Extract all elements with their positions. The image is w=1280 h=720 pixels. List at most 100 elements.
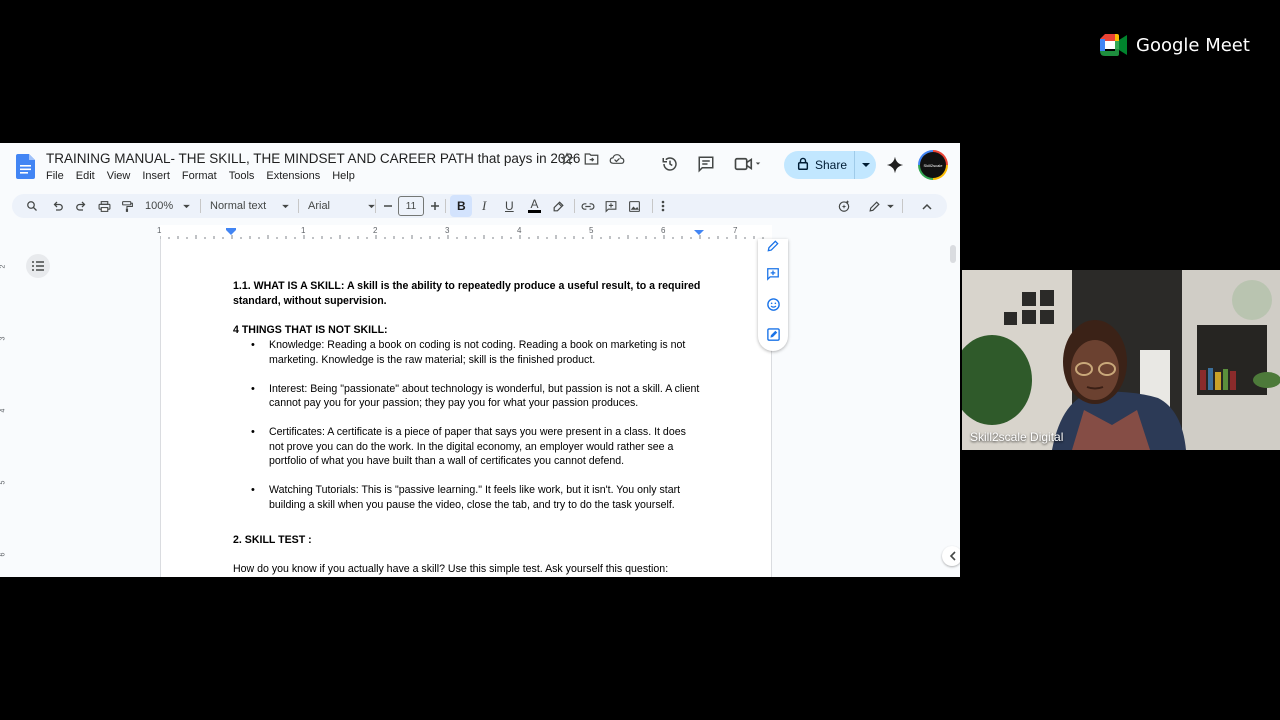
add-comment-icon[interactable]	[604, 194, 618, 218]
outline-icon	[32, 261, 44, 271]
menu-edit[interactable]: Edit	[76, 170, 95, 182]
menu-extensions[interactable]: Extensions	[266, 170, 320, 182]
participant-video-tile[interactable]: Skill2scale Digital	[962, 270, 1280, 450]
meet-camera-icon	[1100, 34, 1127, 56]
account-avatar[interactable]: Skill2scale	[918, 150, 948, 180]
participant-name: Skill2scale Digital	[970, 430, 1064, 444]
highlight-color-icon[interactable]	[552, 194, 565, 218]
ruler-number: 5	[589, 226, 594, 235]
more-options-icon[interactable]	[661, 194, 665, 218]
comments-icon[interactable]	[692, 150, 720, 178]
share-main[interactable]: Share	[784, 151, 854, 179]
editing-mode-select[interactable]	[868, 194, 894, 218]
share-dropdown-icon[interactable]	[855, 162, 876, 168]
search-menus-icon[interactable]	[26, 194, 38, 218]
edit-suggest-icon[interactable]	[764, 237, 782, 255]
underline-button[interactable]: U	[505, 194, 514, 218]
menu-tools[interactable]: Tools	[229, 170, 255, 182]
mode-dropdown-icon	[887, 204, 894, 208]
skill-test-paragraph: How do you know if you actually have a s…	[233, 563, 669, 575]
section-heading-what-is-skill: 1.1. WHAT IS A SKILL: A skill is the abi…	[233, 280, 701, 307]
left-indent-marker	[226, 230, 236, 235]
font-size-input[interactable]: 11	[398, 196, 424, 216]
first-line-indent-marker	[226, 228, 236, 230]
italic-button[interactable]: I	[482, 194, 486, 218]
ai-edit-icon[interactable]	[837, 194, 851, 218]
horizontal-ruler[interactable]: 1 1 2 3 4 5 6 7	[157, 225, 772, 239]
chevron-left-icon	[949, 551, 956, 561]
cloud-saved-icon[interactable]	[609, 152, 625, 171]
font-family-select[interactable]: Arial	[308, 194, 375, 218]
add-comment-side-icon[interactable]	[764, 265, 782, 283]
ruler-number: 4	[0, 408, 7, 413]
toolbar-divider	[375, 199, 376, 213]
title-actions	[560, 152, 625, 171]
toolbar-divider	[652, 199, 653, 213]
side-panel-toggle-button[interactable]	[942, 546, 960, 566]
list-item-interest: Interest: Being "passionate" about techn…	[251, 382, 703, 411]
lock-icon	[797, 157, 809, 173]
pencil-icon	[869, 200, 880, 212]
meet-call-icon[interactable]	[730, 150, 768, 178]
ruler-ticks	[160, 228, 764, 239]
avatar-text: Skill2scale	[920, 152, 946, 178]
collapse-menus-icon[interactable]	[922, 194, 932, 218]
bold-button[interactable]: B	[457, 194, 466, 218]
list-item-tutorials: Watching Tutorials: This is "passive lea…	[251, 483, 703, 512]
style-dropdown-icon	[282, 204, 290, 208]
document-title[interactable]: TRAINING MANUAL- THE SKILL, THE MINDSET …	[46, 151, 580, 166]
share-button[interactable]: Share	[784, 151, 876, 179]
star-icon[interactable]	[560, 152, 574, 171]
side-action-panel	[758, 239, 788, 351]
shared-screen-docs: TRAINING MANUAL- THE SKILL, THE MINDSET …	[0, 143, 960, 577]
list-item-certificates: Certificates: A certificate is a piece o…	[251, 425, 703, 469]
gemini-sparkle-icon[interactable]	[886, 156, 904, 179]
menu-view[interactable]: View	[107, 170, 131, 182]
toolbar-divider	[200, 199, 201, 213]
docs-logo-icon[interactable]	[16, 154, 35, 184]
menu-format[interactable]: Format	[182, 170, 217, 182]
emoji-reaction-icon[interactable]	[764, 295, 782, 313]
ruler-number: 3	[445, 226, 450, 235]
ruler-number: 2	[373, 226, 378, 235]
redo-icon[interactable]	[75, 194, 87, 218]
ruler-number: 2	[0, 264, 7, 269]
menu-file[interactable]: File	[46, 170, 64, 182]
ruler-number: 1	[157, 226, 162, 235]
menu-insert[interactable]: Insert	[142, 170, 170, 182]
vertical-ruler[interactable]: 2 3 4 5 6	[0, 239, 12, 577]
toolbar-divider	[298, 199, 299, 213]
toolbar-divider	[902, 199, 903, 213]
increase-font-size-button[interactable]	[430, 194, 440, 218]
insert-image-icon[interactable]	[628, 194, 641, 218]
share-label: Share	[815, 158, 848, 172]
right-indent-marker	[694, 230, 704, 235]
list-item-knowledge: Knowledge: Reading a book on coding is n…	[251, 338, 703, 367]
decrease-font-size-button[interactable]	[383, 194, 393, 218]
not-skill-list: Knowledge: Reading a book on coding is n…	[233, 338, 703, 512]
font-dropdown-icon	[368, 204, 375, 208]
print-icon[interactable]	[98, 194, 111, 218]
suggest-edit-icon[interactable]	[764, 325, 782, 343]
list-title-not-skill: 4 THINGS THAT IS NOT SKILL:	[233, 323, 388, 336]
zoom-value: 100%	[145, 200, 174, 212]
undo-icon[interactable]	[52, 194, 64, 218]
version-history-icon[interactable]	[656, 150, 684, 178]
meet-stage: Google Meet TRAINING MANUAL- THE SKILL, …	[0, 0, 1280, 720]
paint-format-icon[interactable]	[121, 194, 134, 218]
move-folder-icon[interactable]	[584, 152, 599, 171]
paragraph-style-select[interactable]: Normal text	[210, 194, 290, 218]
zoom-select[interactable]: 100%	[145, 194, 190, 218]
font-size-value: 11	[405, 200, 417, 212]
document-outline-button[interactable]	[26, 254, 50, 278]
menu-help[interactable]: Help	[332, 170, 355, 182]
ruler-number: 1	[301, 226, 306, 235]
insert-link-icon[interactable]	[581, 194, 595, 218]
menu-bar: File Edit View Insert Format Tools Exten…	[46, 170, 355, 182]
document-page[interactable]: 1.1. WHAT IS A SKILL: A skill is the abi…	[160, 239, 772, 577]
text-color-button[interactable]: A	[528, 194, 541, 218]
ruler-number: 6	[0, 552, 7, 557]
vertical-scrollbar[interactable]	[950, 245, 956, 263]
text-color-icon: A	[530, 197, 539, 211]
page-content: 1.1. WHAT IS A SKILL: A skill is the abi…	[233, 279, 703, 577]
